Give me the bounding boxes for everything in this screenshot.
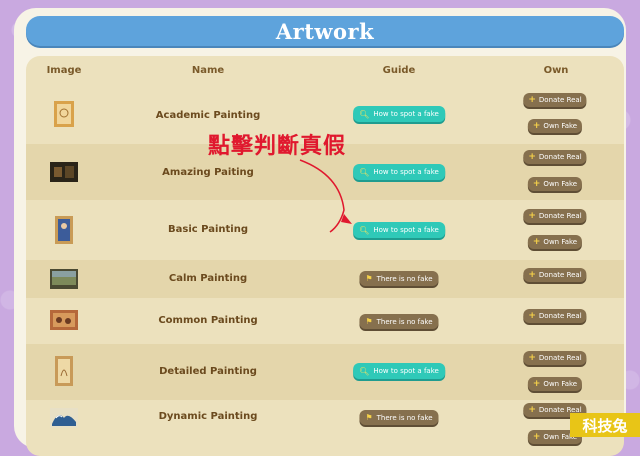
annotation-arrow [299, 159, 352, 233]
watermark: 科技兔 [570, 413, 640, 437]
